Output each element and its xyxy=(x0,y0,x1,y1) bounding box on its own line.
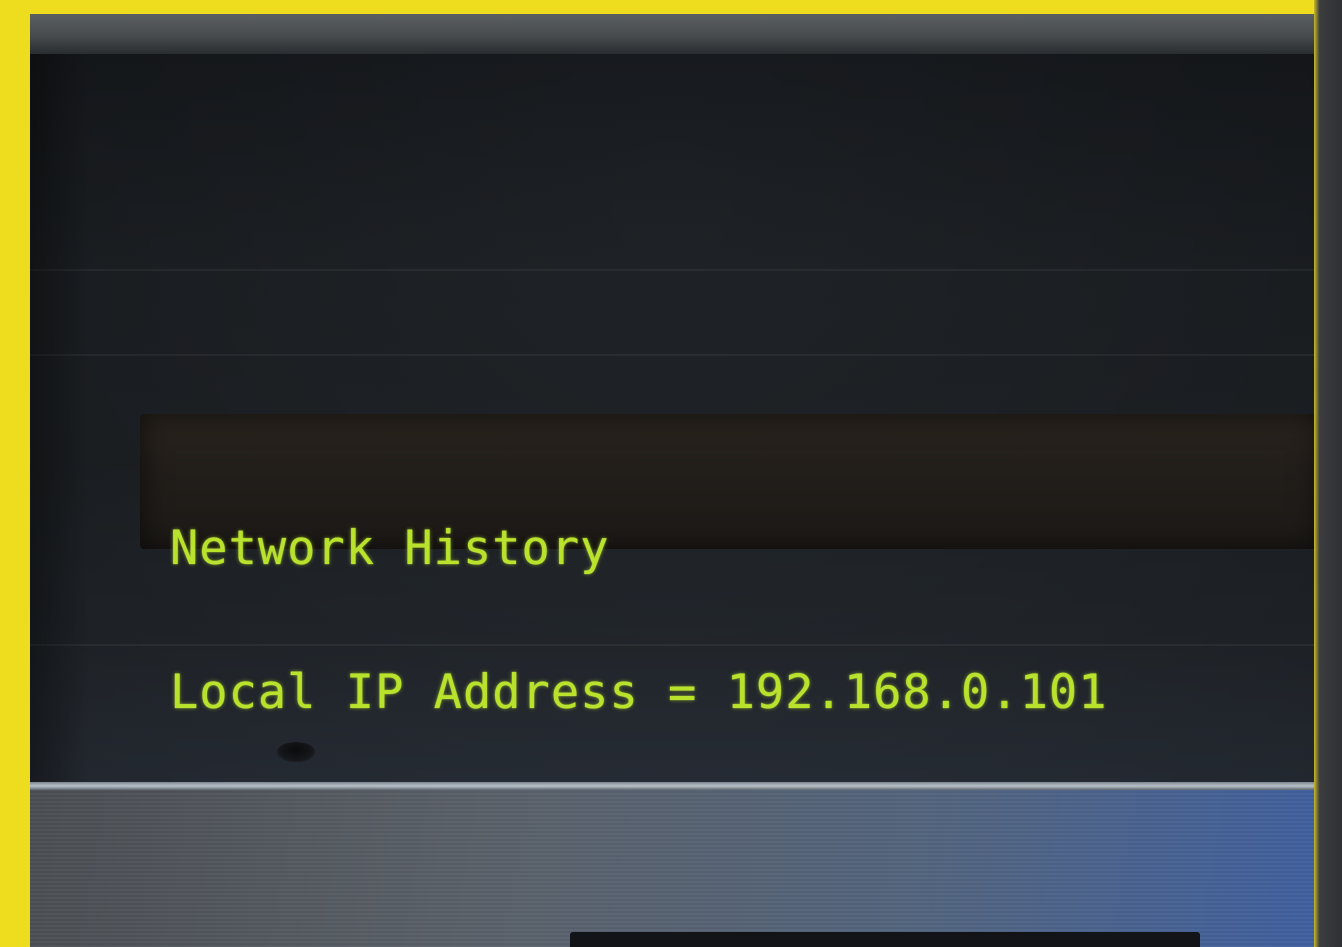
bottom-slot xyxy=(570,932,1200,947)
lower-panel xyxy=(30,790,1314,947)
left-shadow xyxy=(30,54,90,794)
lower-panel-texture xyxy=(30,790,1314,947)
right-edge xyxy=(1314,0,1342,947)
device-photo: Network History Local IP Address = 192.1… xyxy=(30,14,1314,947)
chassis-edge xyxy=(30,782,1314,790)
display-line-title: Network History xyxy=(170,521,610,576)
faceplate-line xyxy=(30,269,1314,271)
faceplate-line xyxy=(30,354,1314,356)
display-line-ip-address: Local IP Address = 192.168.0.101 xyxy=(170,665,1108,720)
top-bezel xyxy=(30,14,1314,54)
screw-hole xyxy=(277,742,315,762)
